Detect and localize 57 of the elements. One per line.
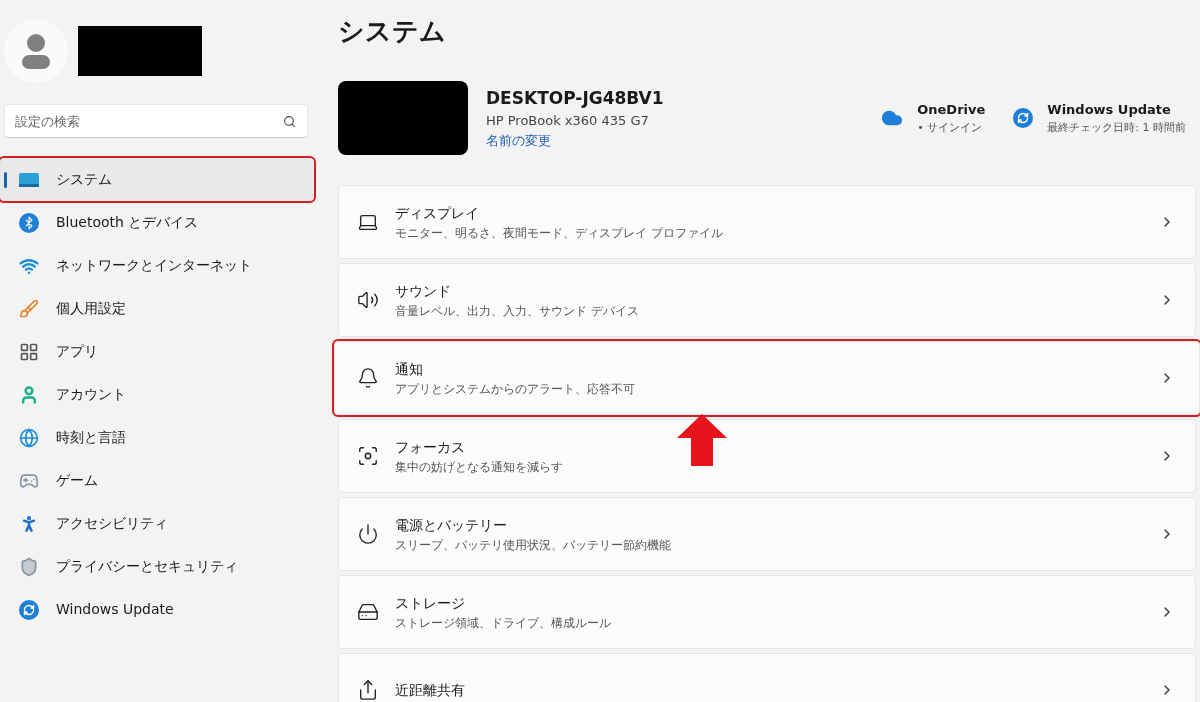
status-detail: 最終チェック日時: 1 時間前	[1047, 119, 1186, 136]
settings-card[interactable]: 電源とバッテリー スリープ、バッテリ使用状況、バッテリー節約機能	[338, 497, 1196, 571]
card-title: 電源とバッテリー	[395, 515, 508, 535]
settings-card[interactable]: ストレージ ストレージ領域、ドライブ、構成ルール	[338, 575, 1196, 649]
power-icon	[357, 523, 379, 545]
card-title: ストレージ	[395, 593, 466, 613]
monitor-icon	[19, 172, 39, 187]
card-subtitle: アプリとシステムからのアラート、応答不可	[395, 380, 636, 398]
sidebar-item[interactable]: アカウント	[4, 373, 308, 416]
device-model: HP ProBook x360 435 G7	[486, 112, 650, 131]
card-title: 通知	[395, 359, 424, 379]
settings-card[interactable]: 通知 アプリとシステムからのアラート、応答不可	[334, 341, 1200, 415]
sidebar-item[interactable]: 個人用設定	[4, 287, 308, 330]
settings-card[interactable]: ディスプレイ モニター、明るさ、夜間モード、ディスプレイ プロファイル	[338, 185, 1196, 259]
status-title: OneDrive	[917, 101, 986, 119]
sidebar-item[interactable]: プライバシーとセキュリティ	[4, 545, 308, 588]
brush-icon	[19, 298, 39, 319]
card-subtitle: スリープ、バッテリ使用状況、バッテリー節約機能	[395, 536, 672, 554]
card-subtitle: ストレージ領域、ドライブ、構成ルール	[395, 614, 612, 632]
search-icon	[283, 115, 296, 128]
speaker-icon	[357, 289, 379, 311]
shield-icon	[19, 556, 39, 577]
settings-card[interactable]: サウンド 音量レベル、出力、入力、サウンド デバイス	[338, 263, 1196, 337]
page-title: システム	[338, 15, 447, 48]
settings-card[interactable]: 近距離共有	[338, 653, 1196, 702]
apps-icon	[19, 341, 39, 362]
status-detail: • サインイン	[917, 119, 984, 136]
card-title: 近距離共有	[395, 680, 466, 700]
sidebar-item[interactable]: アクセシビリティ	[4, 502, 308, 545]
sidebar-item[interactable]: Bluetooth とデバイス	[4, 201, 308, 244]
card-subtitle: モニター、明るさ、夜間モード、ディスプレイ プロファイル	[395, 224, 724, 242]
rename-link[interactable]: 名前の変更	[486, 130, 664, 151]
search-field[interactable]: 設定の検索	[4, 104, 308, 138]
card-title: フォーカス	[395, 437, 466, 457]
focus-icon	[357, 445, 379, 467]
bluetooth-icon	[19, 212, 39, 233]
status-title: Windows Update	[1047, 101, 1172, 119]
device-name: DESKTOP-JG48BV1	[486, 86, 664, 110]
sidebar-item[interactable]: Windows Update	[4, 588, 308, 631]
sidebar-item[interactable]: 時刻と言語	[4, 416, 308, 459]
card-subtitle: 集中の妨げとなる通知を減らす	[395, 458, 564, 476]
sidebar-item[interactable]: アプリ	[4, 330, 308, 373]
update-icon	[1013, 108, 1034, 128]
settings-card[interactable]: フォーカス 集中の妨げとなる通知を減らす	[338, 419, 1196, 493]
card-title: サウンド	[395, 281, 452, 301]
pointer-arrow	[677, 414, 727, 466]
sidebar-item[interactable]: ネットワークとインターネット	[4, 244, 308, 287]
share-icon	[357, 679, 379, 701]
drive-icon	[357, 601, 379, 623]
bell-icon	[357, 367, 379, 389]
card-subtitle: 音量レベル、出力、入力、サウンド デバイス	[395, 302, 640, 320]
sidebar-item[interactable]: ゲーム	[4, 459, 308, 502]
globe-icon	[19, 427, 39, 448]
card-title: ディスプレイ	[395, 203, 480, 223]
person-icon	[19, 384, 39, 405]
sidebar-item[interactable]: システム	[0, 158, 314, 201]
update-icon	[19, 599, 39, 620]
